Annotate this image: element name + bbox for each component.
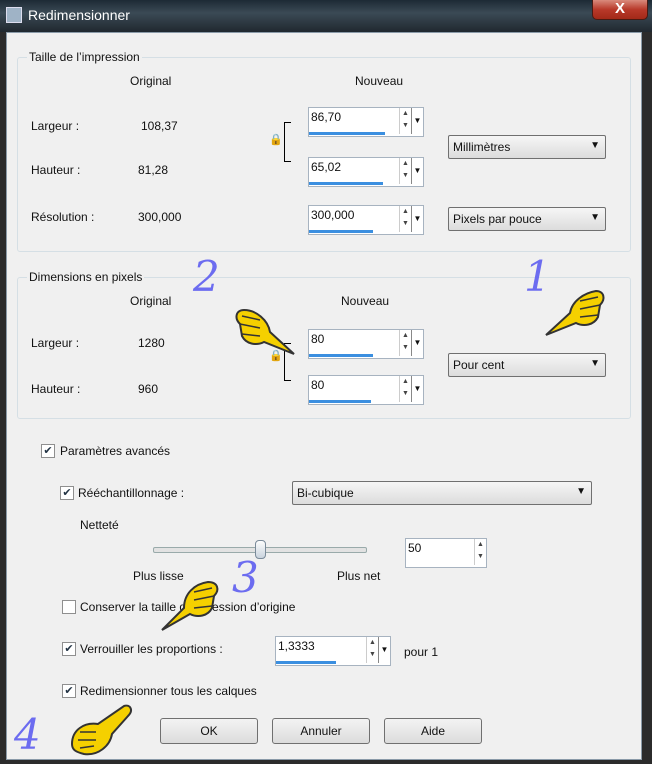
print-height-spinbox[interactable]: 65,02 ▲ ▼ ▼ bbox=[308, 157, 424, 187]
spin-down-icon[interactable]: ▼ bbox=[400, 218, 411, 230]
resize-all-layers-checkbox[interactable]: ✔ bbox=[62, 684, 76, 698]
resolution-value: 300,000 bbox=[311, 208, 355, 222]
pointing-hand-icon bbox=[235, 308, 295, 355]
print-height-original: 81,28 bbox=[138, 163, 169, 177]
annotation-number-4: 4 bbox=[14, 710, 41, 759]
sharpness-spinbox[interactable]: 50 ▲ ▼ bbox=[405, 538, 487, 568]
annotation-number-2: 2 bbox=[193, 252, 220, 301]
pixel-width-spinbox[interactable]: 80 ▲ ▼ ▼ bbox=[308, 329, 424, 359]
print-height-label: Hauteur : bbox=[31, 163, 81, 177]
slider-max-label: Plus net bbox=[337, 569, 381, 583]
resample-label: Rééchantillonnage : bbox=[78, 486, 185, 500]
spin-up-icon[interactable]: ▲ bbox=[400, 108, 411, 120]
chevron-down-icon: ▼ bbox=[590, 140, 600, 151]
pointing-hand-icon bbox=[161, 580, 219, 631]
help-button[interactable]: Aide bbox=[384, 718, 482, 744]
resolution-units-select[interactable]: Pixels par pouce ▼ bbox=[448, 207, 606, 231]
print-new-header: Nouveau bbox=[355, 74, 404, 88]
dropdown-arrow-icon[interactable]: ▼ bbox=[411, 108, 423, 134]
pointing-hand-icon bbox=[70, 704, 132, 756]
resolution-units-value: Pixels par pouce bbox=[453, 212, 542, 226]
close-button[interactable]: X bbox=[592, 0, 648, 20]
resample-method-value: Bi-cubique bbox=[297, 486, 354, 500]
print-original-header: Original bbox=[130, 74, 172, 88]
dropdown-arrow-icon[interactable]: ▼ bbox=[378, 637, 390, 663]
dropdown-arrow-icon[interactable]: ▼ bbox=[411, 376, 423, 402]
print-width-label: Largeur : bbox=[31, 119, 80, 133]
pixel-original-header: Original bbox=[130, 294, 172, 308]
print-units-value: Millimètres bbox=[453, 140, 511, 154]
dropdown-arrow-icon[interactable]: ▼ bbox=[411, 330, 423, 356]
chevron-down-icon: ▼ bbox=[576, 486, 586, 497]
lock-ratio-checkbox[interactable]: ✔ bbox=[62, 642, 76, 656]
resolution-spinbox[interactable]: 300,000 ▲ ▼ ▼ bbox=[308, 205, 424, 235]
print-width-original: 108,37 bbox=[141, 119, 178, 133]
sharpness-value: 50 bbox=[408, 541, 422, 555]
pointing-hand-icon bbox=[545, 289, 605, 336]
spin-up-icon[interactable]: ▲ bbox=[400, 376, 411, 388]
spin-down-icon[interactable]: ▼ bbox=[475, 551, 486, 563]
pixel-height-original: 960 bbox=[138, 382, 159, 396]
advanced-checkbox[interactable]: ✔ bbox=[41, 444, 55, 458]
resize-all-layers-label: Redimensionner tous les calques bbox=[80, 684, 257, 698]
print-width-value: 86,70 bbox=[311, 110, 342, 124]
spin-up-icon[interactable]: ▲ bbox=[400, 330, 411, 342]
print-units-select[interactable]: Millimètres ▼ bbox=[448, 135, 606, 159]
ok-button[interactable]: OK bbox=[160, 718, 258, 744]
resample-method-select[interactable]: Bi-cubique ▼ bbox=[292, 481, 592, 505]
chevron-down-icon: ▼ bbox=[590, 212, 600, 223]
pixel-width-value: 80 bbox=[311, 332, 325, 346]
chevron-down-icon: ▼ bbox=[590, 358, 600, 369]
print-height-value: 65,02 bbox=[311, 160, 342, 174]
cancel-button[interactable]: Annuler bbox=[272, 718, 370, 744]
resample-checkbox[interactable]: ✔ bbox=[60, 486, 74, 500]
pixel-height-label: Hauteur : bbox=[31, 382, 81, 396]
resolution-label: Résolution : bbox=[31, 210, 95, 224]
sharpness-label: Netteté bbox=[80, 518, 119, 532]
pixel-height-value: 80 bbox=[311, 378, 325, 392]
title-bar: Redimensionner bbox=[0, 0, 652, 32]
print-width-spinbox[interactable]: 86,70 ▲ ▼ ▼ bbox=[308, 107, 424, 137]
annotation-number-3: 3 bbox=[232, 553, 259, 602]
spin-down-icon[interactable]: ▼ bbox=[400, 342, 411, 354]
keep-print-size-checkbox[interactable] bbox=[62, 600, 76, 614]
pixel-height-spinbox[interactable]: 80 ▲ ▼ ▼ bbox=[308, 375, 424, 405]
pixel-new-header: Nouveau bbox=[341, 294, 390, 308]
spin-down-icon[interactable]: ▼ bbox=[400, 170, 411, 182]
dropdown-arrow-icon[interactable]: ▼ bbox=[411, 206, 423, 232]
lock-icon[interactable]: 🔒 bbox=[269, 133, 283, 146]
spin-down-icon[interactable]: ▼ bbox=[400, 120, 411, 132]
lock-ratio-label: Verrouiller les proportions : bbox=[80, 642, 223, 656]
advanced-label: Paramètres avancés bbox=[60, 444, 171, 458]
pixel-units-value: Pour cent bbox=[453, 358, 505, 372]
pixel-dimensions-legend: Dimensions en pixels bbox=[27, 270, 145, 284]
ratio-suffix: pour 1 bbox=[404, 645, 439, 659]
spin-up-icon[interactable]: ▲ bbox=[367, 637, 378, 649]
dialog-body: Taille de l’impression Original Nouveau … bbox=[6, 32, 642, 760]
app-icon bbox=[6, 7, 22, 23]
ratio-value: 1,3333 bbox=[278, 639, 315, 653]
ratio-spinbox[interactable]: 1,3333 ▲ ▼ ▼ bbox=[275, 636, 391, 666]
window-title: Redimensionner bbox=[28, 7, 130, 23]
spin-up-icon[interactable]: ▲ bbox=[400, 158, 411, 170]
proportion-bracket bbox=[284, 122, 291, 162]
dropdown-arrow-icon[interactable]: ▼ bbox=[411, 158, 423, 184]
spin-up-icon[interactable]: ▲ bbox=[400, 206, 411, 218]
pixel-width-original: 1280 bbox=[138, 336, 165, 350]
print-size-legend: Taille de l’impression bbox=[27, 50, 142, 64]
spin-up-icon[interactable]: ▲ bbox=[475, 539, 486, 551]
spin-down-icon[interactable]: ▼ bbox=[400, 388, 411, 400]
resolution-original: 300,000 bbox=[138, 210, 182, 224]
pixel-width-label: Largeur : bbox=[31, 336, 80, 350]
spin-down-icon[interactable]: ▼ bbox=[367, 649, 378, 661]
pixel-units-select[interactable]: Pour cent ▼ bbox=[448, 353, 606, 377]
